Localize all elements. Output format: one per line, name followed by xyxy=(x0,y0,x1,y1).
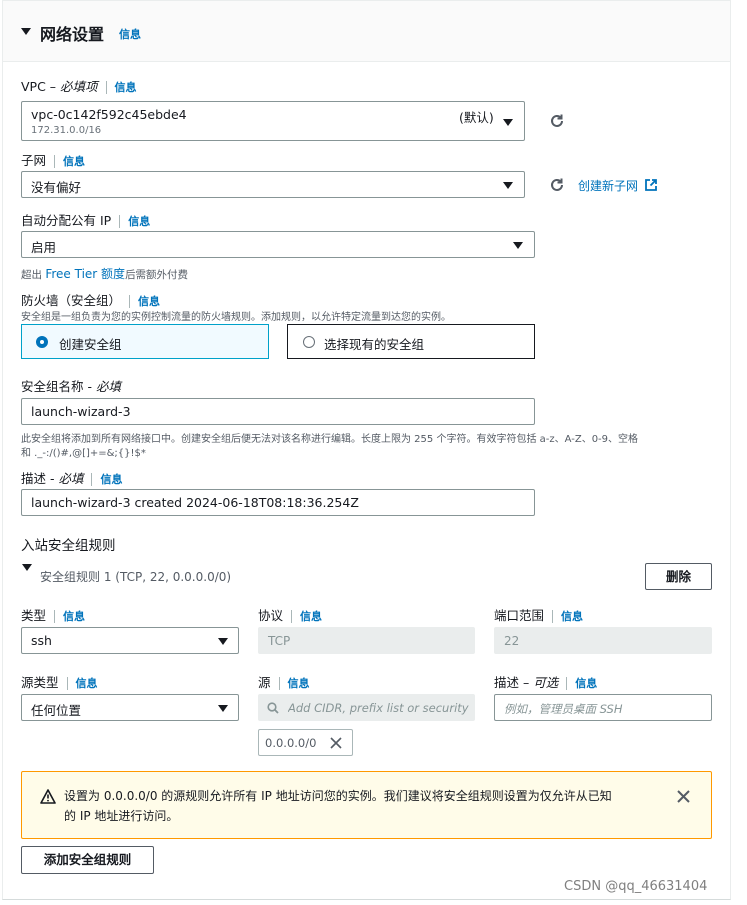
source-placeholder: Add CIDR, prefix list or security xyxy=(288,701,469,715)
add-rule-button[interactable]: 添加安全组规则 xyxy=(21,846,154,874)
close-icon[interactable] xyxy=(330,737,342,749)
port-value: 22 xyxy=(504,634,520,648)
rule-collapse-caret-icon[interactable] xyxy=(22,564,32,571)
free-tier-link[interactable]: Free Tier 额度 xyxy=(45,267,125,281)
rule-desc-placeholder: 例如，管理员桌面 SSH xyxy=(504,702,623,716)
chevron-down-icon xyxy=(513,242,523,249)
protocol-label: 协议 信息 xyxy=(258,608,323,623)
port-field: 22 xyxy=(494,627,712,654)
section-info-link[interactable]: 信息 xyxy=(119,26,141,42)
create-subnet-link[interactable]: 创建新子网 xyxy=(578,177,657,194)
sg-name-hint-2: 和 ._-:/()#,@[]+=&;{}!$* xyxy=(21,448,146,459)
subnet-value: 没有偏好 xyxy=(31,180,82,195)
port-label: 端口范围 信息 xyxy=(494,608,584,623)
inbound-title: 入站安全组规则 xyxy=(21,538,116,554)
chevron-down-icon xyxy=(218,705,228,712)
rule-desc-info-link[interactable]: 信息 xyxy=(575,677,597,690)
collapse-caret-icon[interactable] xyxy=(21,28,31,35)
section-title: 网络设置 xyxy=(40,25,105,44)
panel-header xyxy=(3,0,730,62)
source-type-value: 任何位置 xyxy=(31,703,82,718)
warning-icon xyxy=(40,789,56,804)
sg-name-value: launch-wizard-3 xyxy=(31,404,131,419)
sg-name-label: 安全组名称 - 必填 xyxy=(21,379,121,394)
vpc-value: vpc-0c142f592c45ebde4 xyxy=(31,107,187,122)
existing-sg-label: 选择现有的安全组 xyxy=(324,337,425,352)
source-token-value: 0.0.0.0/0 xyxy=(265,736,317,750)
description-info-link[interactable]: 信息 xyxy=(100,473,122,486)
rule-title: 安全组规则 1 (TCP, 22, 0.0.0.0/0) xyxy=(40,570,232,584)
public-ip-select[interactable]: 启用 xyxy=(21,231,535,258)
subnet-select[interactable]: 没有偏好 xyxy=(21,171,525,198)
rule-desc-label: 描述 – 可选 信息 xyxy=(494,675,598,690)
firewall-info-link[interactable]: 信息 xyxy=(138,295,160,308)
port-info-link[interactable]: 信息 xyxy=(561,610,583,623)
radio-existing-sg[interactable] xyxy=(303,336,315,348)
source-label: 源信息 xyxy=(258,675,310,690)
refresh-icon[interactable] xyxy=(549,113,565,129)
protocol-info-link[interactable]: 信息 xyxy=(300,610,322,623)
create-sg-option[interactable]: 创建安全组 xyxy=(21,324,269,359)
warning-alert: 设置为 0.0.0.0/0 的源规则允许所有 IP 地址访问您的实例。我们建议将… xyxy=(21,771,712,839)
description-label: 描述 - 必填 信息 xyxy=(21,471,123,486)
public-ip-info-link[interactable]: 信息 xyxy=(128,215,150,228)
vpc-cidr: 172.31.0.0/16 xyxy=(31,125,102,136)
public-ip-value: 启用 xyxy=(31,240,57,255)
protocol-value: TCP xyxy=(268,634,291,648)
search-icon xyxy=(267,702,279,714)
subnet-info-link[interactable]: 信息 xyxy=(63,155,85,168)
source-info-link[interactable]: 信息 xyxy=(288,677,310,690)
free-tier-note: 超出 Free Tier 额度后需额外付费 xyxy=(21,267,189,281)
vpc-select[interactable]: vpc-0c142f592c45ebde4 172.31.0.0/16 (默认) xyxy=(21,101,525,141)
source-input[interactable]: Add CIDR, prefix list or security xyxy=(258,694,475,721)
public-ip-label: 自动分配公有 IP 信息 xyxy=(21,213,151,228)
close-icon[interactable] xyxy=(677,790,690,803)
firewall-label: 防火墙（安全组） 信息 xyxy=(21,293,161,308)
rule-desc-input[interactable]: 例如，管理员桌面 SSH xyxy=(494,694,712,721)
vpc-info-link[interactable]: 信息 xyxy=(115,81,137,94)
source-type-info-link[interactable]: 信息 xyxy=(76,677,98,690)
type-label: 类型 信息 xyxy=(21,608,86,623)
create-sg-label: 创建安全组 xyxy=(59,337,122,352)
warning-text-2: 的 IP 地址进行访问。 xyxy=(64,809,179,823)
chevron-down-icon xyxy=(503,119,513,126)
sg-name-hint-1: 此安全组将添加到所有网络接口中。创建安全组后便无法对该名称进行编辑。长度上限为 … xyxy=(21,434,639,445)
refresh-icon[interactable] xyxy=(549,177,565,193)
vpc-default-tag: (默认) xyxy=(459,110,494,125)
firewall-description: 安全组是一组负责为您的实例控制流量的防火墙规则。添加规则，以允许特定流量到达您的… xyxy=(21,312,451,323)
source-token: 0.0.0.0/0 xyxy=(258,729,353,756)
protocol-field: TCP xyxy=(258,627,475,654)
description-value: launch-wizard-3 created 2024-06-18T08:18… xyxy=(31,495,359,510)
type-value: ssh xyxy=(31,633,52,648)
watermark: CSDN @qq_46631404 xyxy=(564,879,708,894)
source-type-label: 源类型 信息 xyxy=(21,675,98,690)
external-link-icon xyxy=(644,179,657,191)
chevron-down-icon xyxy=(503,182,513,189)
subnet-label: 子网 信息 xyxy=(21,153,86,168)
description-input[interactable]: launch-wizard-3 created 2024-06-18T08:18… xyxy=(21,489,535,516)
type-info-link[interactable]: 信息 xyxy=(63,610,85,623)
existing-sg-option[interactable]: 选择现有的安全组 xyxy=(287,324,535,359)
delete-rule-button[interactable]: 删除 xyxy=(645,563,712,590)
vpc-label: VPC – 必填项 信息 xyxy=(21,79,137,94)
source-type-select[interactable]: 任何位置 xyxy=(21,694,239,721)
radio-create-sg[interactable] xyxy=(36,336,48,348)
type-select[interactable]: ssh xyxy=(21,627,239,654)
chevron-down-icon xyxy=(218,638,228,645)
warning-text-1: 设置为 0.0.0.0/0 的源规则允许所有 IP 地址访问您的实例。我们建议将… xyxy=(64,789,612,803)
sg-name-input[interactable]: launch-wizard-3 xyxy=(21,398,535,425)
